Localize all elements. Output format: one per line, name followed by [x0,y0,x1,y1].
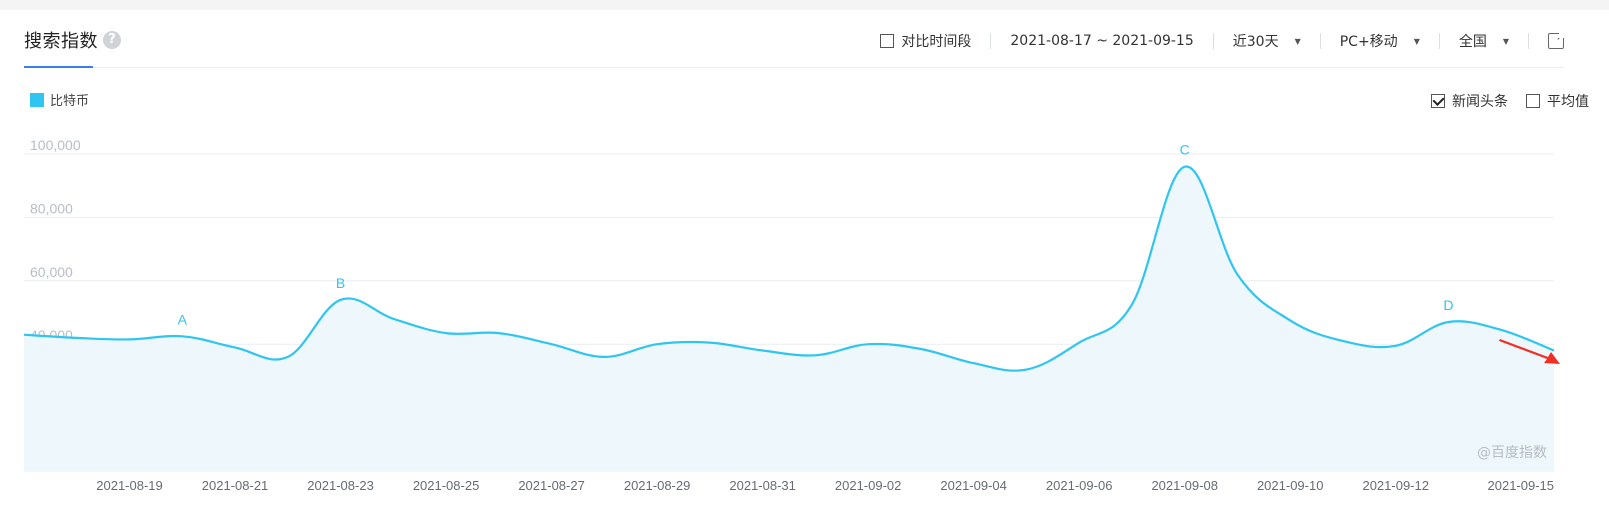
x-tick-label: 2021-08-31 [729,478,796,493]
x-tick-label: 2021-08-27 [518,478,585,493]
annotation-label: A [178,311,188,327]
x-tick-label: 2021-09-12 [1362,478,1429,493]
annotation-label: B [336,275,345,291]
x-tick-label: 2021-09-15 [1488,478,1555,493]
x-tick-label: 2021-09-10 [1257,478,1324,493]
annotation-label: D [1443,297,1453,313]
watermark: @百度指数 [1477,445,1547,461]
x-tick-label: 2021-09-04 [940,478,1007,493]
y-tick-label: 60,000 [30,264,73,280]
x-tick-label: 2021-09-06 [1046,478,1113,493]
x-tick-label: 2021-08-25 [413,478,480,493]
x-tick-label: 2021-08-21 [202,478,269,493]
x-tick-label: 2021-08-23 [307,478,374,493]
annotation-label: C [1180,142,1190,158]
x-tick-label: 2021-08-19 [96,478,163,493]
x-tick-label: 2021-09-02 [835,478,902,493]
x-tick-label: 2021-08-29 [624,478,691,493]
x-tick-label: 2021-09-08 [1151,478,1218,493]
y-tick-label: 80,000 [30,200,73,216]
y-tick-label: 100,000 [30,137,81,153]
trend-chart[interactable]: 20,00040,00060,00080,000100,0002021-08-1… [0,0,1609,524]
